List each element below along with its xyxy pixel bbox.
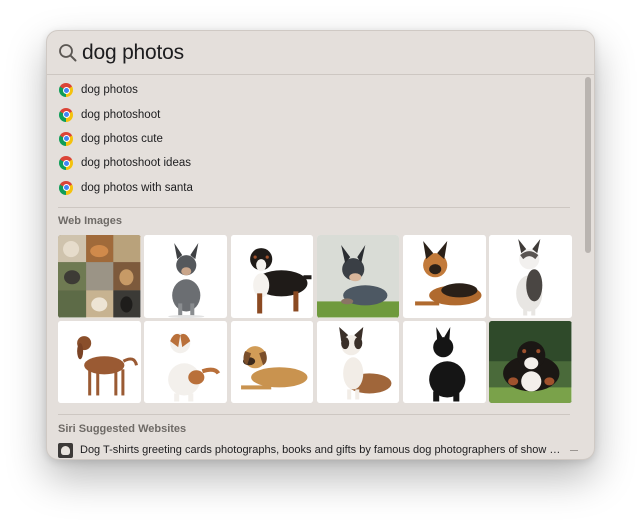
- suggestion-label: dog photos: [81, 84, 138, 97]
- search-bar: [47, 31, 594, 75]
- scottish-terrier-image[interactable]: [403, 320, 486, 403]
- suggestion-item[interactable]: dog photoshoot ideas: [47, 151, 594, 175]
- website-favicon-icon: [58, 442, 73, 458]
- bernese-mountain-dog-image[interactable]: [230, 235, 314, 318]
- more-dash-icon: [570, 449, 578, 451]
- blue-heeler-on-grass-image[interactable]: [316, 235, 400, 318]
- search-input[interactable]: [82, 38, 562, 68]
- divider: [58, 207, 570, 208]
- jack-russell-terrier-image[interactable]: [144, 320, 227, 403]
- chrome-icon: [59, 131, 73, 146]
- suggested-website-item[interactable]: Dog T-shirts greeting cards photographs,…: [58, 442, 578, 458]
- spaniel-standing-image[interactable]: [58, 320, 141, 403]
- siri-suggested-websites-title: Siri Suggested Websites: [58, 423, 187, 435]
- chrome-icon: [59, 107, 73, 122]
- chrome-icon: [59, 83, 73, 98]
- suggestion-item[interactable]: dog photos: [47, 78, 594, 102]
- suggestion-item[interactable]: dog photos with santa: [47, 176, 594, 200]
- spotlight-panel: dog photos dog photoshoot dog photos cut…: [46, 30, 595, 460]
- swiss-mountain-dog-image[interactable]: [489, 320, 572, 403]
- suggestion-list: dog photos dog photoshoot dog photos cut…: [47, 78, 594, 200]
- suggested-website-label: Dog T-shirts greeting cards photographs,…: [80, 444, 563, 456]
- corgi-sitting-image[interactable]: [316, 320, 400, 403]
- suggestion-label: dog photoshoot ideas: [81, 157, 191, 170]
- mixed-breed-lying-image[interactable]: [230, 320, 314, 403]
- suggestion-label: dog photos cute: [81, 132, 163, 145]
- web-images-title: Web Images: [58, 215, 122, 227]
- german-shepherd-lying-image[interactable]: [403, 235, 486, 318]
- search-icon: [59, 44, 77, 62]
- suggestion-item[interactable]: dog photos cute: [47, 127, 594, 151]
- dog-collage-image[interactable]: [58, 235, 141, 318]
- chrome-icon: [59, 156, 73, 171]
- divider: [58, 414, 570, 415]
- web-images-grid: [58, 235, 572, 403]
- chrome-icon: [59, 180, 73, 195]
- suggestion-label: dog photoshoot: [81, 108, 161, 121]
- suggestion-label: dog photos with santa: [81, 181, 193, 194]
- australian-cattle-dog-image[interactable]: [144, 235, 227, 318]
- suggestion-item[interactable]: dog photoshoot: [47, 102, 594, 126]
- husky-sitting-image[interactable]: [489, 235, 572, 318]
